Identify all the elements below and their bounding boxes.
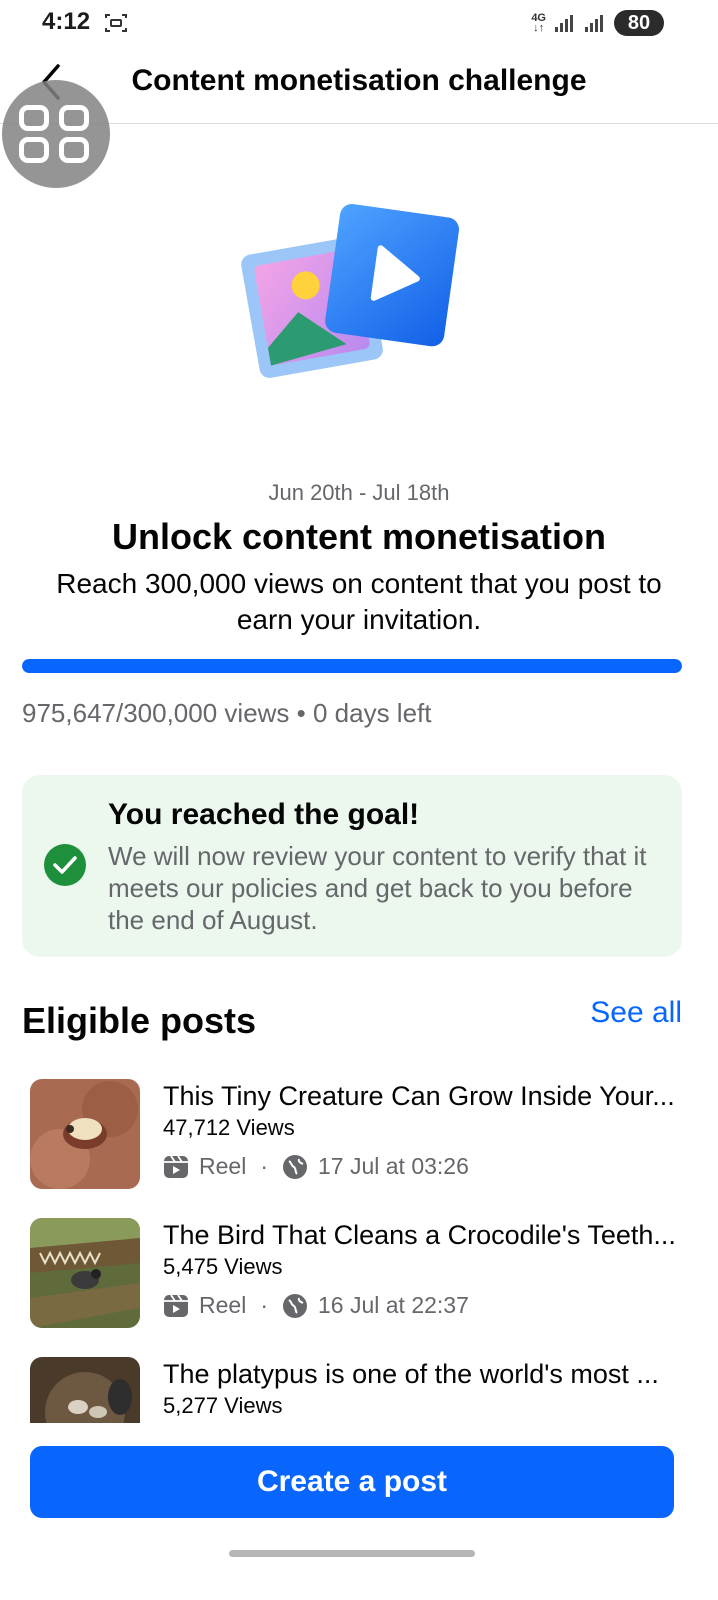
post-meta: Reel · 16 Jul at 22:37 <box>163 1292 469 1319</box>
globe-icon <box>282 1293 307 1318</box>
list-item[interactable]: This Tiny Creature Can Grow Inside Your.… <box>30 1079 690 1191</box>
challenge-headline: Unlock content monetisation <box>111 516 607 557</box>
battery-icon: 80 <box>614 10 664 36</box>
status-icons: 4G ↓↑ 80 <box>531 10 664 36</box>
list-item[interactable]: The Bird That Cleans a Crocodile's Teeth… <box>30 1218 690 1330</box>
see-all-link[interactable]: See all <box>590 996 682 1030</box>
progress-bar <box>22 659 682 673</box>
list-item[interactable]: The platypus is one of the world's most … <box>30 1357 690 1423</box>
date-range: Jun 20th - Jul 18th <box>268 480 450 505</box>
post-meta: Reel · 17 Jul at 03:26 <box>163 1153 469 1180</box>
meta-separator: · <box>260 1292 268 1318</box>
post-views: 47,712 Views <box>163 1115 295 1140</box>
post-views: 5,475 Views <box>163 1254 283 1279</box>
post-type: Reel <box>199 1153 247 1179</box>
post-date: 17 Jul at 03:26 <box>317 1153 469 1179</box>
progress-fill <box>22 659 682 673</box>
post-views: 5,277 Views <box>163 1393 283 1418</box>
create-post-button[interactable]: Create a post <box>30 1446 674 1518</box>
reel-icon <box>164 1294 188 1317</box>
goal-title: You reached the goal! <box>108 798 420 831</box>
meta-separator: · <box>260 1153 268 1179</box>
globe-icon <box>282 1154 307 1179</box>
progress-text: 975,647/300,000 views • 0 days left <box>22 698 432 728</box>
challenge-description: Reach 300,000 views on content that you … <box>56 568 662 635</box>
post-date: 16 Jul at 22:37 <box>317 1292 469 1318</box>
page-title: Content monetisation challenge <box>131 64 587 97</box>
post-thumbnail <box>30 1079 140 1189</box>
goal-description: We will now review your content to verif… <box>108 841 647 935</box>
eligible-posts-title: Eligible posts <box>22 1000 257 1041</box>
screen-record-icon <box>105 14 127 32</box>
post-type: Reel <box>199 1292 247 1318</box>
post-thumbnail <box>30 1357 140 1423</box>
post-title: The Bird That Cleans a Crocodile's Teeth… <box>163 1220 676 1250</box>
network-type: 4G ↓↑ <box>531 12 546 34</box>
post-title: The platypus is one of the world's most … <box>163 1359 659 1389</box>
reel-icon <box>164 1155 188 1178</box>
post-title: This Tiny Creature Can Grow Inside Your.… <box>163 1081 675 1111</box>
post-thumbnail <box>30 1218 140 1328</box>
media-illustration-icon <box>241 203 459 378</box>
status-time: 4:12 <box>42 8 91 35</box>
signal-icon <box>585 15 603 32</box>
floating-app-bubble[interactable] <box>2 80 110 188</box>
check-circle-icon <box>44 844 86 886</box>
home-indicator[interactable] <box>229 1550 475 1557</box>
signal-icon <box>555 15 573 32</box>
